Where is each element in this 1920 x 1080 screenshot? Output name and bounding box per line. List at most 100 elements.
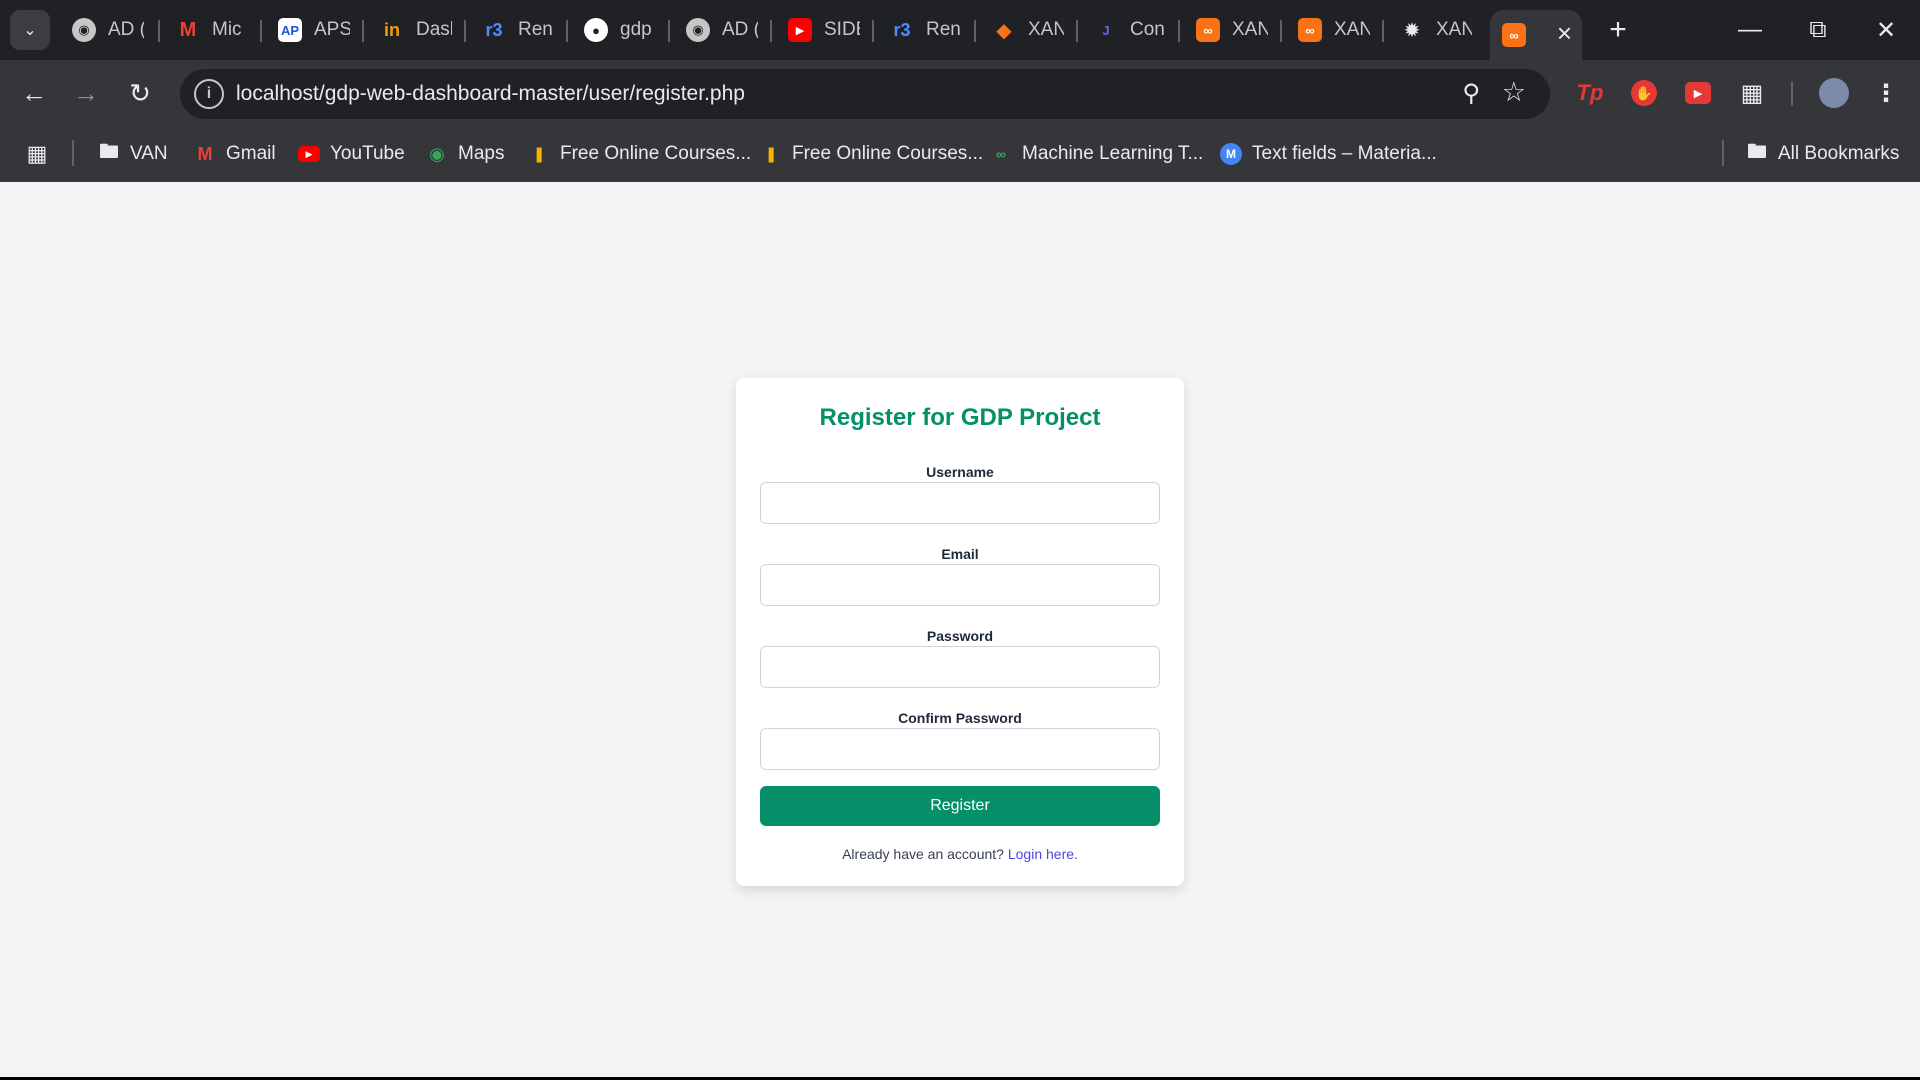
- extension-adblock-button[interactable]: ✋: [1624, 73, 1664, 113]
- chevron-down-icon: ⌄: [23, 22, 37, 39]
- tab[interactable]: J Con: [1082, 10, 1166, 50]
- tab-separator: [668, 20, 670, 42]
- minimize-icon: —: [1738, 16, 1762, 43]
- menu-button[interactable]: ⋮: [1866, 73, 1906, 113]
- bookmark-item[interactable]: ▶ YouTube: [298, 138, 405, 170]
- address-bar[interactable]: i localhost/gdp-web-dashboard-master/use…: [180, 69, 1550, 119]
- close-icon: ✕: [1875, 16, 1897, 44]
- login-prompt-text: Already have an account?: [842, 846, 1004, 862]
- close-window-button[interactable]: ✕: [1852, 0, 1920, 60]
- bookmark-label: Machine Learning T...: [1022, 143, 1204, 164]
- tab[interactable]: r3 Ren: [878, 10, 962, 50]
- tab[interactable]: ◆ XAN: [980, 10, 1064, 50]
- page-content: Register for GDP Project Username Email …: [0, 182, 1920, 1077]
- tab-separator: [1178, 20, 1180, 42]
- tab[interactable]: ∞ XAN: [1286, 10, 1370, 50]
- tab[interactable]: r3 Ren: [470, 10, 554, 50]
- reload-icon: ↻: [129, 77, 151, 108]
- apps-grid-icon: ▦: [26, 141, 48, 166]
- avatar: [1819, 78, 1849, 108]
- bookmark-star-icon[interactable]: ☆: [1502, 77, 1526, 108]
- arrow-left-icon: ←: [21, 77, 47, 108]
- bookmark-item[interactable]: ❚ Free Online Courses...: [528, 138, 751, 170]
- bookmark-label: Text fields – Materia...: [1252, 143, 1437, 164]
- restore-icon: ⧉: [1809, 16, 1827, 43]
- bookmark-item[interactable]: 🖿 VAN: [98, 138, 168, 170]
- courses-icon: ❚: [764, 146, 778, 163]
- tab-title: Ren: [518, 19, 553, 40]
- bookmark-label: Maps: [458, 143, 505, 164]
- video-extension-icon: ▶: [1685, 82, 1711, 104]
- login-prompt: Already have an account? Login here.: [736, 846, 1184, 862]
- tab-separator: [974, 20, 976, 42]
- extension-tp-button[interactable]: Tp: [1570, 73, 1610, 113]
- tab-title: AD (: [722, 19, 758, 40]
- password-field[interactable]: [760, 646, 1160, 688]
- url-text[interactable]: localhost/gdp-web-dashboard-master/user/…: [236, 82, 745, 106]
- reload-button[interactable]: ↻: [120, 73, 160, 113]
- bookmark-item[interactable]: M Gmail: [194, 138, 276, 170]
- profile-button[interactable]: [1814, 73, 1854, 113]
- browser-toolbar: ← → ↻ i localhost/gdp-web-dashboard-mast…: [0, 60, 1920, 126]
- all-bookmarks-button[interactable]: 🖿 All Bookmarks: [1746, 138, 1899, 170]
- zoom-icon[interactable]: ⚲: [1462, 79, 1480, 108]
- all-bookmarks-label: All Bookmarks: [1778, 143, 1900, 164]
- tab[interactable]: M Mic: [164, 10, 248, 50]
- bookmark-label: Gmail: [226, 143, 276, 164]
- render-icon: r3: [485, 19, 503, 40]
- tab[interactable]: AP APS: [266, 10, 350, 50]
- tab-active[interactable]: ∞ ×: [1490, 10, 1582, 60]
- email-field[interactable]: [760, 564, 1160, 606]
- tab-separator: [1076, 20, 1078, 42]
- maps-icon: ◉: [429, 143, 445, 164]
- restore-button[interactable]: ⧉: [1784, 0, 1852, 60]
- confirm-password-label: Confirm Password: [898, 710, 1022, 726]
- login-link[interactable]: Login here.: [1008, 846, 1078, 862]
- arrow-right-icon: →: [73, 77, 99, 108]
- tab-separator: [1280, 20, 1282, 42]
- bookmark-item[interactable]: ∞ Machine Learning T...: [990, 138, 1203, 170]
- tab-separator: [464, 20, 466, 42]
- tab[interactable]: ◉ AD (: [674, 10, 758, 50]
- tab-separator: [260, 20, 262, 42]
- more-vert-icon: ⋮: [1874, 79, 1898, 107]
- tp-extension-icon: Tp: [1576, 80, 1604, 105]
- register-card: Register for GDP Project Username Email …: [736, 378, 1184, 886]
- username-label: Username: [926, 464, 994, 480]
- tab-separator: [362, 20, 364, 42]
- forward-button[interactable]: →: [66, 73, 106, 113]
- back-button[interactable]: ←: [14, 73, 54, 113]
- bookmark-separator: [72, 140, 74, 166]
- xampp-icon: ∞: [1196, 18, 1220, 42]
- github-icon: ●: [584, 18, 608, 42]
- confirm-password-field[interactable]: [760, 728, 1160, 770]
- render-icon: r3: [893, 19, 911, 40]
- username-field[interactable]: [760, 482, 1160, 524]
- bookmark-item[interactable]: ❚ Free Online Courses...: [760, 138, 983, 170]
- tab[interactable]: ∞ XAN: [1184, 10, 1268, 50]
- xampp-diamond-icon: ◆: [996, 19, 1012, 42]
- minimize-button[interactable]: —: [1716, 0, 1784, 60]
- extension-youtube-button[interactable]: ▶: [1678, 73, 1718, 113]
- bookmark-item[interactable]: M Text fields – Materia...: [1220, 138, 1437, 170]
- register-button[interactable]: Register: [760, 786, 1160, 826]
- bookmark-item[interactable]: ◉ Maps: [426, 138, 504, 170]
- tab[interactable]: ✹ XAN: [1388, 10, 1472, 50]
- close-tab-icon[interactable]: ×: [1557, 18, 1572, 49]
- tab-separator: [872, 20, 874, 42]
- openai-icon: ✹: [1403, 19, 1421, 42]
- tab[interactable]: ◉ AD (: [60, 10, 144, 50]
- tab-title: XAN: [1436, 19, 1472, 40]
- extensions-menu-button[interactable]: ▦: [1732, 73, 1772, 113]
- site-info-icon[interactable]: i: [194, 79, 224, 109]
- tab[interactable]: in Dasl: [368, 10, 452, 50]
- apps-button[interactable]: ▦: [26, 138, 48, 170]
- new-tab-button[interactable]: +: [1598, 10, 1638, 50]
- toolbar-separator: [1791, 82, 1793, 106]
- tab-separator: [566, 20, 568, 42]
- tab[interactable]: ● gdp: [572, 10, 656, 50]
- tab-search-button[interactable]: ⌄: [10, 10, 50, 50]
- tab-title: Ren: [926, 19, 961, 40]
- xampp-icon: ∞: [1298, 18, 1322, 42]
- tab[interactable]: ▶ SIDE: [776, 10, 860, 50]
